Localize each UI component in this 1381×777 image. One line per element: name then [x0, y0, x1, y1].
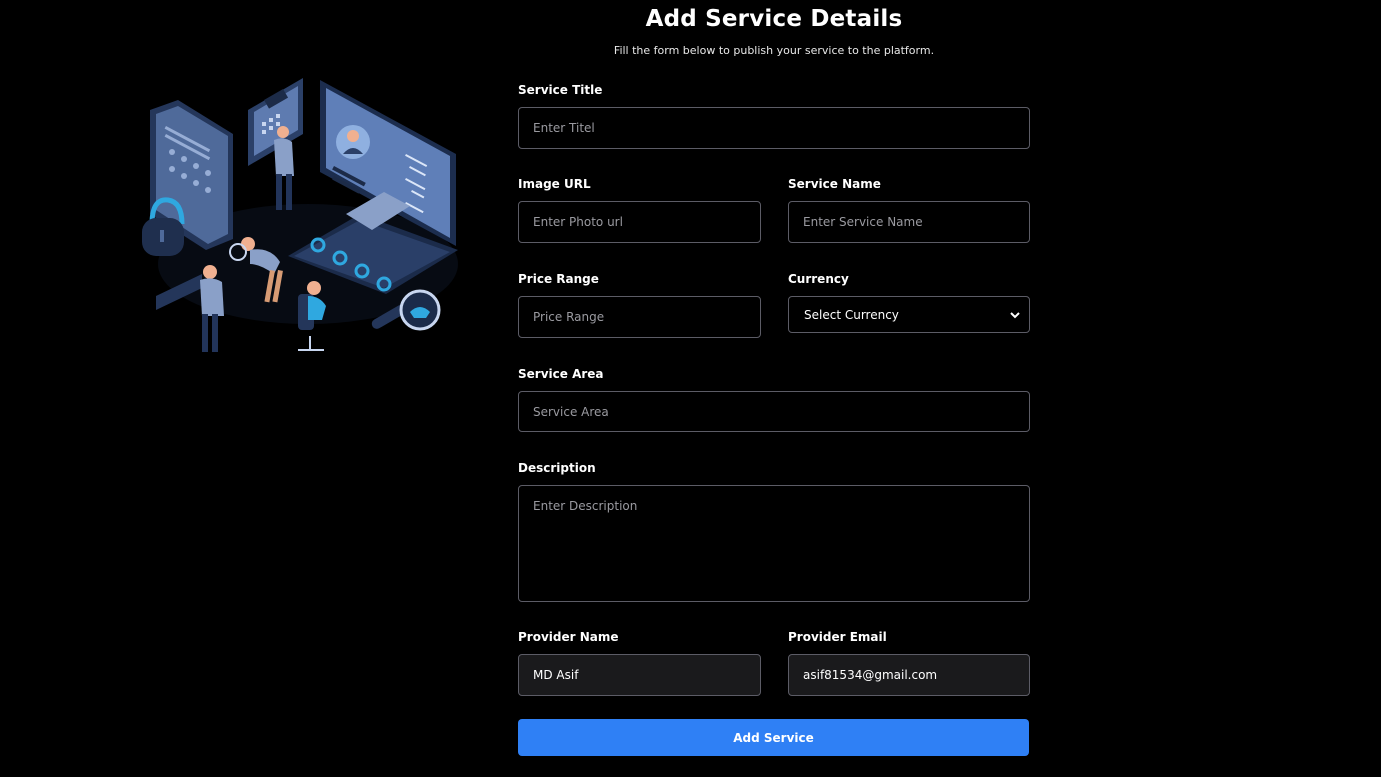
chevron-down-icon	[1010, 311, 1020, 318]
price-range-input[interactable]	[518, 296, 761, 338]
service-title-input[interactable]	[518, 107, 1030, 149]
provider-email-label: Provider Email	[788, 630, 887, 644]
provider-name-label: Provider Name	[518, 630, 619, 644]
data-security-illustration	[142, 78, 458, 352]
currency-label: Currency	[788, 272, 849, 286]
page-title: Add Service Details	[645, 6, 903, 32]
service-area-label: Service Area	[518, 367, 604, 381]
service-area-input[interactable]	[518, 391, 1030, 432]
image-url-input[interactable]	[518, 201, 761, 243]
description-label: Description	[518, 461, 596, 475]
provider-email-input[interactable]	[788, 654, 1030, 696]
image-url-label: Image URL	[518, 177, 591, 191]
description-textarea[interactable]	[518, 485, 1030, 602]
service-name-input[interactable]	[788, 201, 1030, 243]
provider-name-input[interactable]	[518, 654, 761, 696]
add-service-button[interactable]: Add Service	[518, 719, 1029, 756]
currency-selected-value: Select Currency	[804, 307, 899, 322]
price-range-label: Price Range	[518, 272, 599, 286]
service-name-label: Service Name	[788, 177, 881, 191]
service-title-label: Service Title	[518, 83, 603, 97]
page-subtitle: Fill the form below to publish your serv…	[613, 44, 935, 57]
currency-select[interactable]: Select Currency	[788, 296, 1030, 333]
